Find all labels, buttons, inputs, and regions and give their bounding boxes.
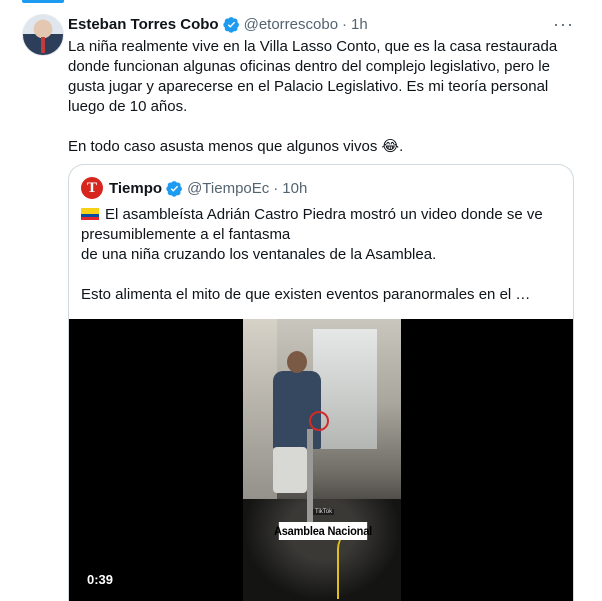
quoted-line-2: de una niña cruzando los ventanales de l… [81,246,437,263]
quoted-line-3: Esto alimenta el mito de que existen eve… [81,286,531,303]
quoted-line-1-text: El asambleísta Adrián Castro Piedra most… [81,206,543,243]
tweet-paragraph-2-text: En todo caso asusta menos que algunos vi… [68,138,378,155]
author-avatar[interactable] [22,14,64,56]
video-duration: 0:39 [83,571,118,588]
tweet-header: Esteban Torres Cobo @etorrescobo · 1h [68,14,368,34]
tweet-text: La niña realmente vive en la Villa Lasso… [68,37,588,157]
verified-badge-icon [222,16,239,33]
more-options-icon[interactable]: ··· [553,14,574,35]
quoted-line-1: El asambleísta Adrián Castro Piedra most… [81,205,561,245]
quoted-tweet-header: T Tiempo @TiempoEc · 10h [81,177,307,199]
header-separator: · [342,15,348,33]
tweet-timestamp[interactable]: 1h [351,16,368,33]
author-name[interactable]: Esteban Torres Cobo [68,16,219,33]
quoted-author-handle[interactable]: @TiempoEc [187,180,269,197]
laughing-emoji-icon: 😂 [381,138,400,155]
quoted-header-separator: · [273,179,279,197]
tweet-paragraph-2: En todo caso asusta menos que algunos vi… [68,137,588,157]
video-watermark: Asamblea Nacional [273,522,373,540]
video-source-tag: TikTok [313,509,335,515]
quoted-tweet[interactable]: T Tiempo @TiempoEc · 10h El asambleísta … [68,164,574,601]
tweet-paragraph-2-end: . [399,138,404,155]
author-handle[interactable]: @etorrescobo [244,16,338,33]
quoted-author-avatar[interactable]: T [81,177,103,199]
video-player[interactable]: TikTok Asamblea Nacional 0:39 [69,319,573,601]
ecuador-flag-icon [81,208,99,220]
quoted-author-name[interactable]: Tiempo [109,180,162,197]
tweet-paragraph-1: La niña realmente vive en la Villa Lasso… [68,38,558,115]
quoted-timestamp[interactable]: 10h [282,180,307,197]
quoted-tweet-text: El asambleísta Adrián Castro Piedra most… [81,205,561,305]
tweet[interactable]: Esteban Torres Cobo @etorrescobo · 1h ··… [0,0,602,601]
verified-badge-icon [166,180,183,197]
highlight-circle [309,411,329,431]
video-frame [243,319,401,601]
